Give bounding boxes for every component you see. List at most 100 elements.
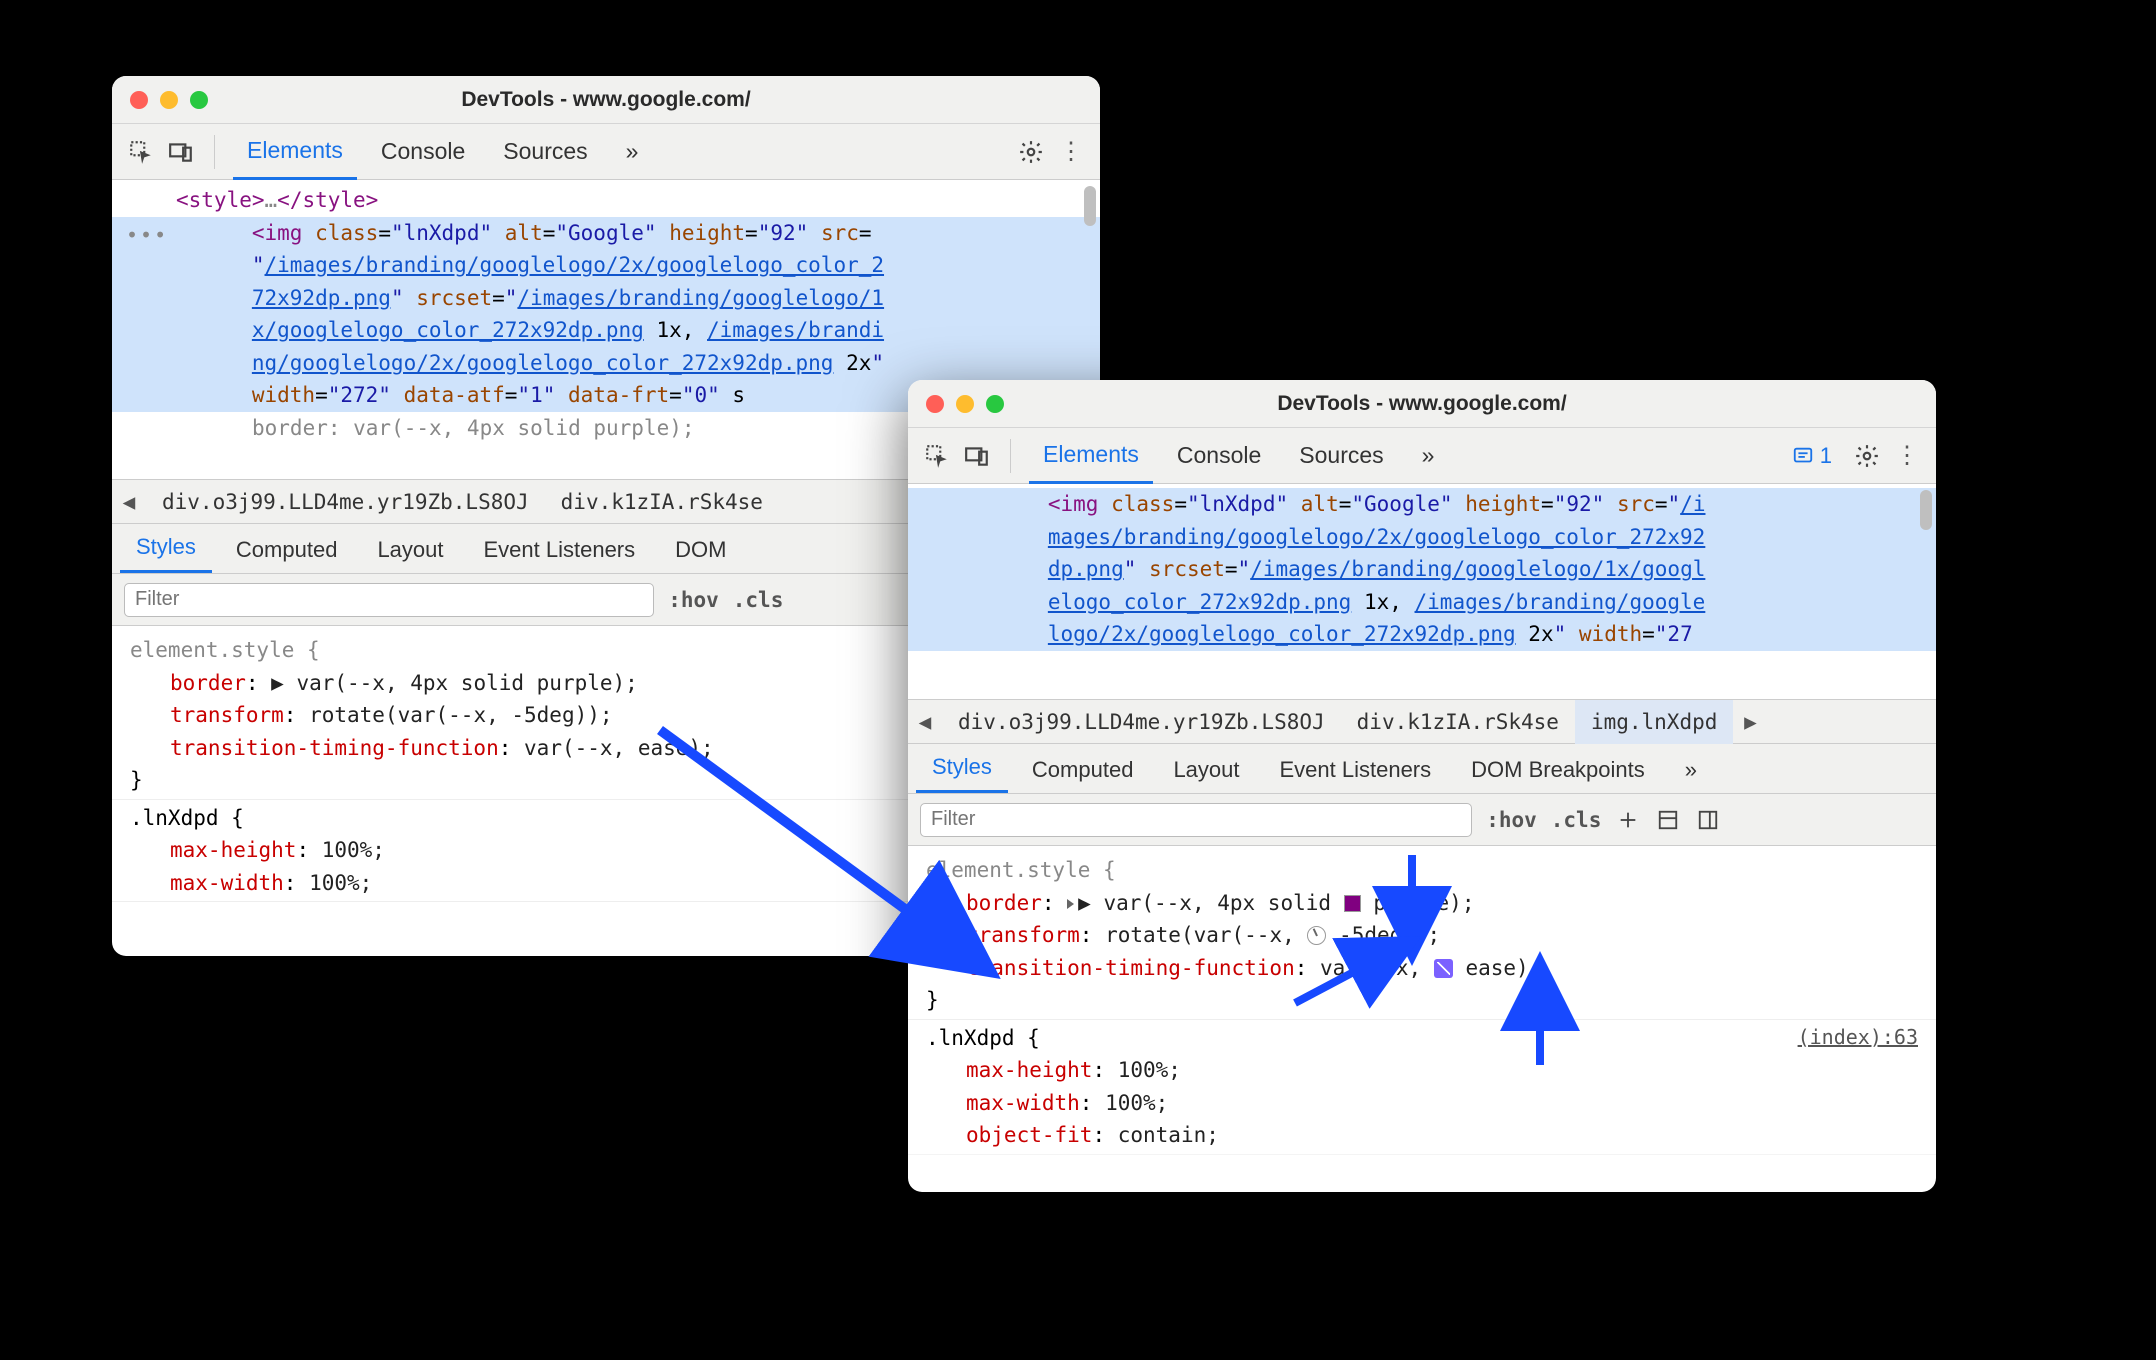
tab-styles[interactable]: Styles xyxy=(120,534,212,573)
angle-clock-icon[interactable] xyxy=(1307,926,1326,945)
selector: .lnXdpd { xyxy=(926,1026,1040,1050)
gear-icon[interactable] xyxy=(1016,137,1046,167)
rule-source-link[interactable]: (index):63 xyxy=(1798,1022,1918,1053)
decl[interactable]: object-fit: contain; xyxy=(926,1119,1918,1152)
issues-counter[interactable]: 1 xyxy=(1782,441,1842,471)
crumb-item[interactable]: div.k1zIA.rSk4se xyxy=(545,480,779,524)
styles-filterbar: :hov .cls xyxy=(908,794,1936,846)
computed-sidebar-icon[interactable] xyxy=(1655,807,1681,833)
titlebar[interactable]: DevTools - www.google.com/ xyxy=(112,76,1100,124)
selector: element.style { xyxy=(130,638,320,662)
close-window-btn[interactable] xyxy=(926,395,944,413)
dom-tree[interactable]: <img class="lnXdpd" alt="Google" height=… xyxy=(908,484,1936,700)
cls-toggle[interactable]: .cls xyxy=(1551,808,1602,832)
kebab-menu-icon[interactable]: ⋮ xyxy=(1892,441,1922,471)
crumb-item[interactable]: div.k1zIA.rSk4se xyxy=(1341,700,1575,744)
inspect-icon[interactable] xyxy=(126,137,156,167)
expand-shorthand-icon[interactable] xyxy=(1067,899,1074,909)
tabs-overflow[interactable]: » xyxy=(612,124,653,180)
style-rule[interactable]: element.style { border: ▶ var(--x, 4px s… xyxy=(908,852,1936,1020)
dom-line[interactable]: <style>…</style> xyxy=(112,184,1100,217)
tab-sources[interactable]: Sources xyxy=(489,124,601,180)
decl[interactable]: transition-timing-function: var(--x, eas… xyxy=(926,952,1918,985)
tab-console[interactable]: Console xyxy=(1163,428,1275,484)
dom-line[interactable]: ng/googlelogo/2x/googlelogo_color_272x92… xyxy=(112,347,1100,380)
decl[interactable]: transform: rotate(var(--x, -5deg)); xyxy=(926,919,1918,952)
tab-sources[interactable]: Sources xyxy=(1285,428,1397,484)
styles-tabbar: Styles Computed Layout Event Listeners D… xyxy=(908,744,1936,794)
device-toolbar-icon[interactable] xyxy=(962,441,992,471)
rendering-icon[interactable] xyxy=(1695,807,1721,833)
dom-line[interactable]: x/googlelogo_color_272x92dp.png 1x, /ima… xyxy=(112,314,1100,347)
scrollbar-vertical[interactable] xyxy=(1920,490,1932,530)
minimize-window-btn[interactable] xyxy=(956,395,974,413)
selector: element.style { xyxy=(926,858,1116,882)
dom-line[interactable]: "/images/branding/googlelogo/2x/googlelo… xyxy=(112,249,1100,282)
tab-styles[interactable]: Styles xyxy=(916,754,1008,793)
minimize-window-btn[interactable] xyxy=(160,91,178,109)
dom-line[interactable]: logo/2x/googlelogo_color_272x92dp.png 2x… xyxy=(908,618,1936,651)
close-window-btn[interactable] xyxy=(130,91,148,109)
tab-computed[interactable]: Computed xyxy=(1016,757,1150,793)
window-title: DevTools - www.google.com/ xyxy=(112,88,1100,112)
crumb-prev[interactable]: ◀ xyxy=(112,490,146,514)
main-toolbar: Elements Console Sources » 1 ⋮ xyxy=(908,428,1936,484)
device-toolbar-icon[interactable] xyxy=(166,137,196,167)
tab-layout[interactable]: Layout xyxy=(361,537,459,573)
dom-line[interactable]: <img class="lnXdpd" alt="Google" height=… xyxy=(112,217,1100,250)
issues-count: 1 xyxy=(1820,443,1832,469)
subtabs-overflow[interactable]: » xyxy=(1669,757,1713,793)
new-style-rule-icon[interactable] xyxy=(1615,807,1641,833)
dom-collapse-ellipsis[interactable]: ••• xyxy=(126,220,168,251)
filter-input[interactable] xyxy=(920,803,1472,837)
crumb-next[interactable]: ▶ xyxy=(1733,710,1767,734)
dom-line[interactable]: elogo_color_272x92dp.png 1x, /images/bra… xyxy=(908,586,1936,619)
filter-input[interactable] xyxy=(124,583,654,617)
hov-toggle[interactable]: :hov xyxy=(1486,808,1537,832)
gear-icon[interactable] xyxy=(1852,441,1882,471)
crumb-prev[interactable]: ◀ xyxy=(908,710,942,734)
dom-line[interactable]: dp.png" srcset="/images/branding/googlel… xyxy=(908,553,1936,586)
window-title: DevTools - www.google.com/ xyxy=(908,392,1936,416)
crumb-item-selected[interactable]: img.lnXdpd xyxy=(1575,700,1733,744)
inspect-icon[interactable] xyxy=(922,441,952,471)
tab-layout[interactable]: Layout xyxy=(1157,757,1255,793)
rule-close: } xyxy=(130,768,143,792)
tab-elements[interactable]: Elements xyxy=(233,124,357,180)
crumb-item[interactable]: div.o3j99.LLD4me.yr19Zb.LS8OJ xyxy=(146,480,545,524)
tabs-overflow[interactable]: » xyxy=(1408,428,1449,484)
devtools-window-after: DevTools - www.google.com/ Elements Cons… xyxy=(908,380,1936,1192)
styles-pane[interactable]: element.style { border: ▶ var(--x, 4px s… xyxy=(908,846,1936,1161)
tab-event-listeners[interactable]: Event Listeners xyxy=(468,537,652,573)
tab-dom-breakpoints[interactable]: DOM xyxy=(659,537,742,573)
toolbar-separator xyxy=(1010,439,1011,473)
tab-computed[interactable]: Computed xyxy=(220,537,354,573)
kebab-menu-icon[interactable]: ⋮ xyxy=(1056,137,1086,167)
titlebar[interactable]: DevTools - www.google.com/ xyxy=(908,380,1936,428)
tab-elements[interactable]: Elements xyxy=(1029,428,1153,484)
traffic-lights xyxy=(112,91,208,109)
hov-toggle[interactable]: :hov xyxy=(668,588,719,612)
crumb-item[interactable]: div.o3j99.LLD4me.yr19Zb.LS8OJ xyxy=(942,700,1341,744)
dom-line[interactable]: <img class="lnXdpd" alt="Google" height=… xyxy=(908,488,1936,521)
zoom-window-btn[interactable] xyxy=(986,395,1004,413)
style-rule[interactable]: (index):63 .lnXdpd { max-height: 100%; m… xyxy=(908,1020,1936,1155)
dom-line[interactable]: 72x92dp.png" srcset="/images/branding/go… xyxy=(112,282,1100,315)
zoom-window-btn[interactable] xyxy=(190,91,208,109)
cubic-bezier-icon[interactable] xyxy=(1434,959,1453,978)
main-toolbar: Elements Console Sources » ⋮ xyxy=(112,124,1100,180)
decl[interactable]: max-width: 100%; xyxy=(926,1087,1918,1120)
traffic-lights xyxy=(908,395,1004,413)
toolbar-separator xyxy=(214,135,215,169)
scrollbar-vertical[interactable] xyxy=(1084,186,1096,226)
selector: .lnXdpd { xyxy=(130,806,244,830)
decl[interactable]: max-height: 100%; xyxy=(926,1054,1918,1087)
decl[interactable]: border: ▶ var(--x, 4px solid purple); xyxy=(926,887,1918,920)
tab-console[interactable]: Console xyxy=(367,124,479,180)
dom-line[interactable]: mages/branding/googlelogo/2x/googlelogo_… xyxy=(908,521,1936,554)
tab-dom-breakpoints[interactable]: DOM Breakpoints xyxy=(1455,757,1661,793)
tab-event-listeners[interactable]: Event Listeners xyxy=(1264,757,1448,793)
breadcrumb: ◀ div.o3j99.LLD4me.yr19Zb.LS8OJ div.k1zI… xyxy=(908,700,1936,744)
color-swatch-icon[interactable] xyxy=(1344,895,1361,912)
cls-toggle[interactable]: .cls xyxy=(733,588,784,612)
